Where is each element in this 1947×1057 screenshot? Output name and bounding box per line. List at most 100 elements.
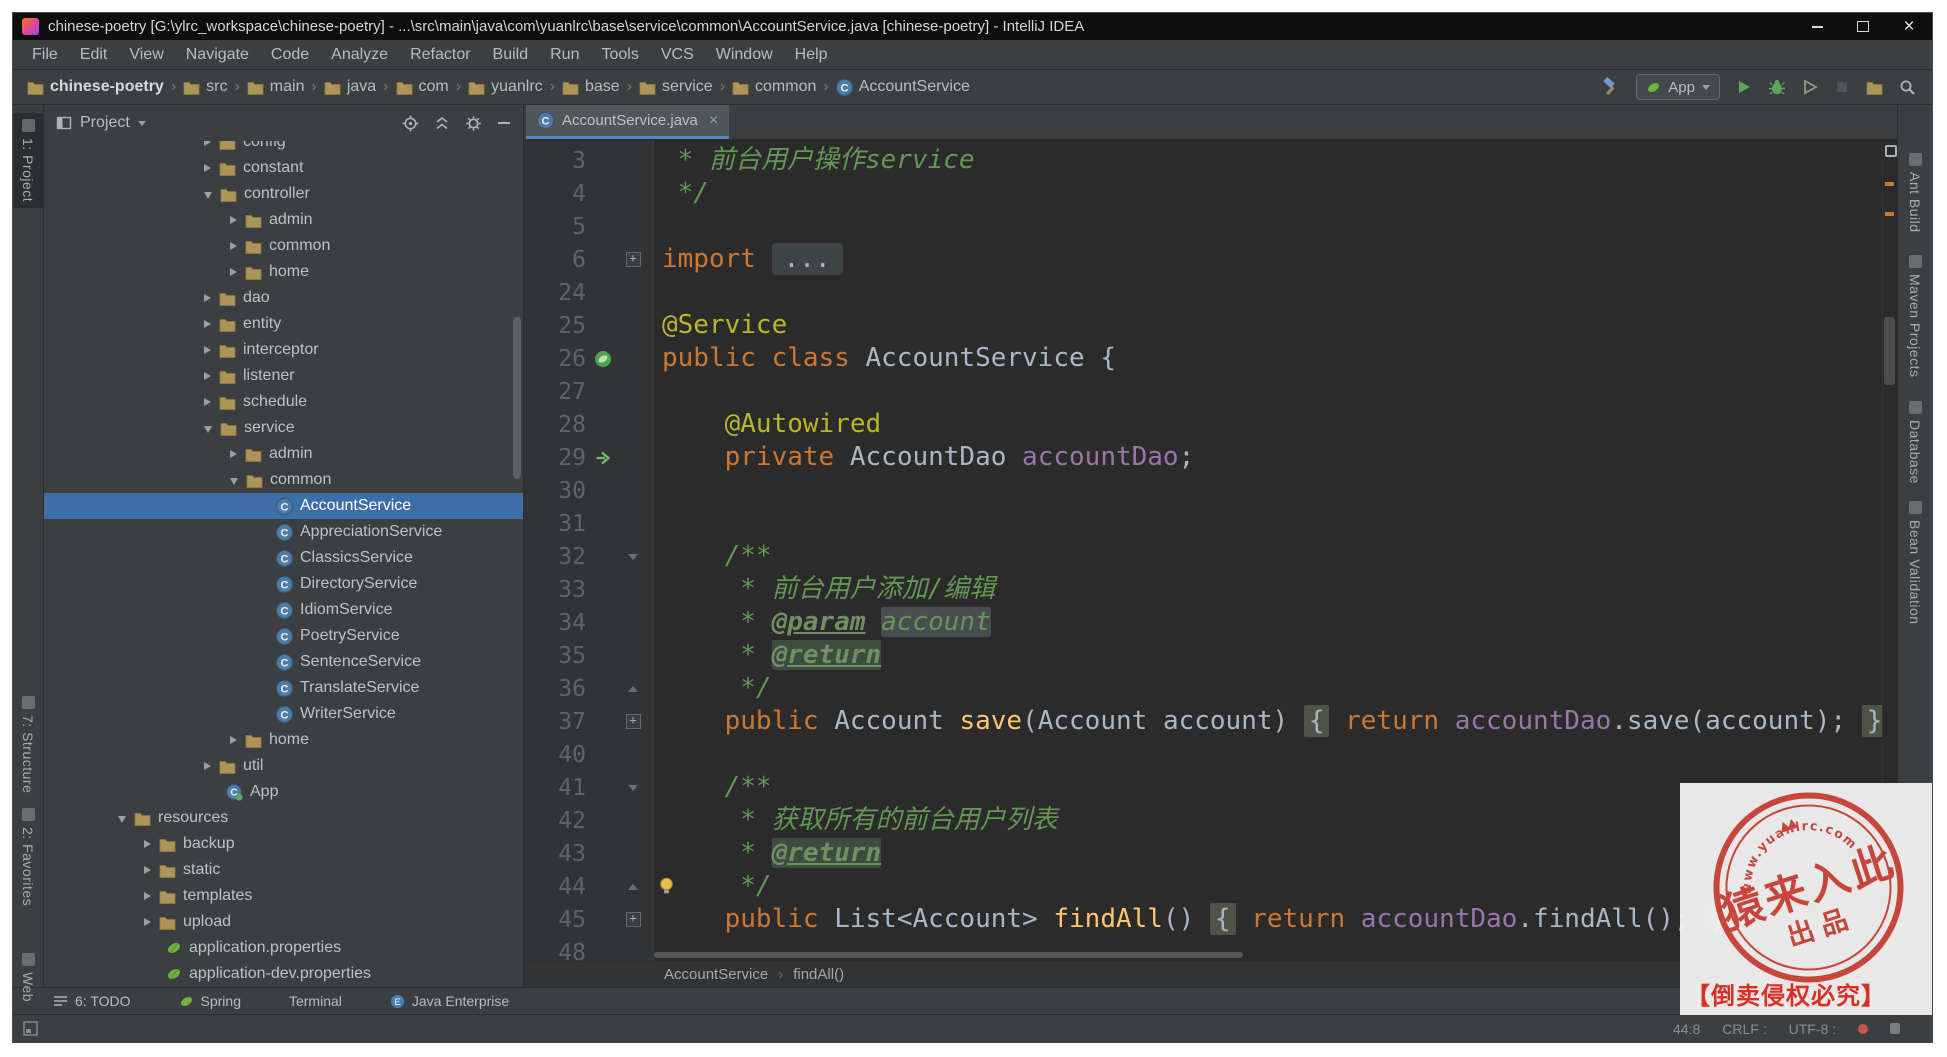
gutter-line[interactable]: 36 (524, 672, 653, 705)
tool-button-1-project[interactable]: 1: Project (13, 113, 43, 209)
gutter-line[interactable]: 25 (524, 309, 653, 342)
minimize-button[interactable] (1794, 13, 1840, 40)
tree-item-idiomservice[interactable]: C IdiomService (44, 597, 523, 623)
project-structure-icon[interactable] (1866, 80, 1883, 95)
chevron-right-icon[interactable] (204, 762, 211, 770)
status-widget[interactable]: UTF-8 : (1789, 1021, 1836, 1037)
chevron-right-icon[interactable] (144, 866, 151, 874)
tree-item-controller[interactable]: controller (44, 181, 523, 207)
chevron-right-icon[interactable] (204, 141, 211, 146)
tree-item-admin[interactable]: admin (44, 441, 523, 467)
tool-button-terminal[interactable]: Terminal (289, 993, 342, 1009)
profiler-icon[interactable] (1834, 79, 1850, 95)
menu-item-build[interactable]: Build (482, 40, 540, 69)
code-line[interactable] (654, 276, 1882, 309)
tool-button-java-enterprise[interactable]: E Java Enterprise (390, 993, 509, 1009)
chevron-down-icon[interactable] (204, 192, 212, 199)
chevron-right-icon[interactable] (204, 320, 211, 328)
code-line[interactable] (654, 474, 1882, 507)
close-button[interactable]: × (1886, 13, 1932, 40)
tool-button-7-structure[interactable]: 7: Structure (13, 690, 43, 799)
tree-item-config[interactable]: config (44, 141, 523, 155)
tree-item-upload[interactable]: upload (44, 909, 523, 935)
run-coverage-icon[interactable] (1802, 79, 1818, 95)
tree-item-static[interactable]: static (44, 857, 523, 883)
menu-item-edit[interactable]: Edit (69, 40, 119, 69)
tree-item-service[interactable]: service (44, 415, 523, 441)
chevron-right-icon[interactable] (144, 840, 151, 848)
tool-button-web[interactable]: Web (13, 947, 43, 1008)
tree-item-app[interactable]: C App (44, 779, 523, 805)
editor-breadcrumb-findall[interactable]: findAll() (793, 966, 844, 983)
breadcrumb-item-src[interactable]: src (181, 78, 229, 96)
gutter-line[interactable]: 26 (524, 342, 653, 375)
tool-button-bean-validation[interactable]: Bean Validation (1898, 495, 1932, 631)
breadcrumb-item-java[interactable]: java (322, 78, 378, 96)
code-line[interactable]: import ... (654, 243, 1882, 276)
code-line[interactable] (654, 210, 1882, 243)
menu-item-code[interactable]: Code (260, 40, 320, 69)
locate-file-icon[interactable] (402, 115, 419, 132)
chevron-right-icon[interactable] (230, 736, 237, 744)
chevron-right-icon[interactable] (144, 918, 151, 926)
chevron-right-icon[interactable] (230, 216, 237, 224)
hide-panel-icon[interactable] (497, 116, 511, 130)
menu-item-window[interactable]: Window (705, 40, 784, 69)
intention-bulb-icon[interactable] (658, 877, 675, 895)
code-line[interactable]: */ (654, 177, 1882, 210)
gutter-line[interactable]: 5 (524, 210, 653, 243)
chevron-right-icon[interactable] (204, 372, 211, 380)
gutter-line[interactable]: 37 + (524, 705, 653, 738)
breadcrumb-item-base[interactable]: base (560, 78, 622, 96)
menu-item-help[interactable]: Help (784, 40, 839, 69)
breadcrumb-item-chinese-poetry[interactable]: chinese-poetry (25, 78, 166, 96)
breadcrumb-item-common[interactable]: common (730, 78, 818, 96)
chevron-down-icon[interactable] (230, 478, 238, 485)
gutter-line[interactable]: 34 (524, 606, 653, 639)
search-icon[interactable] (1899, 79, 1916, 96)
chevron-right-icon[interactable] (204, 164, 211, 172)
chevron-right-icon[interactable] (204, 346, 211, 354)
tree-item-writerservice[interactable]: C WriterService (44, 701, 523, 727)
breadcrumb-item-com[interactable]: com (394, 78, 451, 96)
tree-item-common[interactable]: common (44, 467, 523, 493)
code-line[interactable] (654, 375, 1882, 408)
breadcrumb-item-accountservice[interactable]: C AccountService (834, 78, 972, 96)
inspections-widget-icon[interactable] (1885, 145, 1897, 157)
tree-scrollbar[interactable] (513, 317, 521, 479)
code-line[interactable]: * @param account (654, 606, 1882, 639)
tree-item-admin[interactable]: admin (44, 207, 523, 233)
tree-item-backup[interactable]: backup (44, 831, 523, 857)
tree-item-home[interactable]: home (44, 259, 523, 285)
breadcrumb-item-service[interactable]: service (637, 78, 715, 96)
tree-item-home[interactable]: home (44, 727, 523, 753)
gutter-line[interactable]: 35 (524, 639, 653, 672)
chevron-right-icon[interactable] (230, 450, 237, 458)
tool-button-spring[interactable]: Spring (179, 993, 241, 1009)
menu-item-refactor[interactable]: Refactor (399, 40, 481, 69)
notification-icon[interactable] (1858, 1023, 1869, 1034)
lock-icon[interactable] (1890, 1023, 1901, 1034)
breadcrumb-item-main[interactable]: main (245, 78, 307, 96)
gutter-line[interactable]: 3 (524, 144, 653, 177)
code-line[interactable]: public class AccountService { (654, 342, 1882, 375)
tool-windows-icon[interactable] (23, 1021, 38, 1036)
code-line[interactable]: private AccountDao accountDao; (654, 441, 1882, 474)
tree-item-dao[interactable]: dao (44, 285, 523, 311)
gutter-line[interactable]: 4 (524, 177, 653, 210)
gutter-line[interactable]: 6 + (524, 243, 653, 276)
code-line[interactable] (654, 738, 1882, 771)
tree-item-common[interactable]: common (44, 233, 523, 259)
menu-item-analyze[interactable]: Analyze (320, 40, 399, 69)
vertical-scrollbar-thumb[interactable] (1884, 317, 1895, 385)
tree-item-schedule[interactable]: schedule (44, 389, 523, 415)
menu-item-navigate[interactable]: Navigate (175, 40, 260, 69)
gutter-line[interactable]: 28 (524, 408, 653, 441)
chevron-down-icon[interactable] (204, 426, 212, 433)
chevron-right-icon[interactable] (230, 242, 237, 250)
gutter-line[interactable]: 24 (524, 276, 653, 309)
project-panel-title[interactable]: Project (56, 114, 146, 132)
horizontal-scrollbar-thumb[interactable] (654, 952, 1244, 958)
tree-item-entity[interactable]: entity (44, 311, 523, 337)
build-hammer-icon[interactable] (1600, 77, 1620, 97)
